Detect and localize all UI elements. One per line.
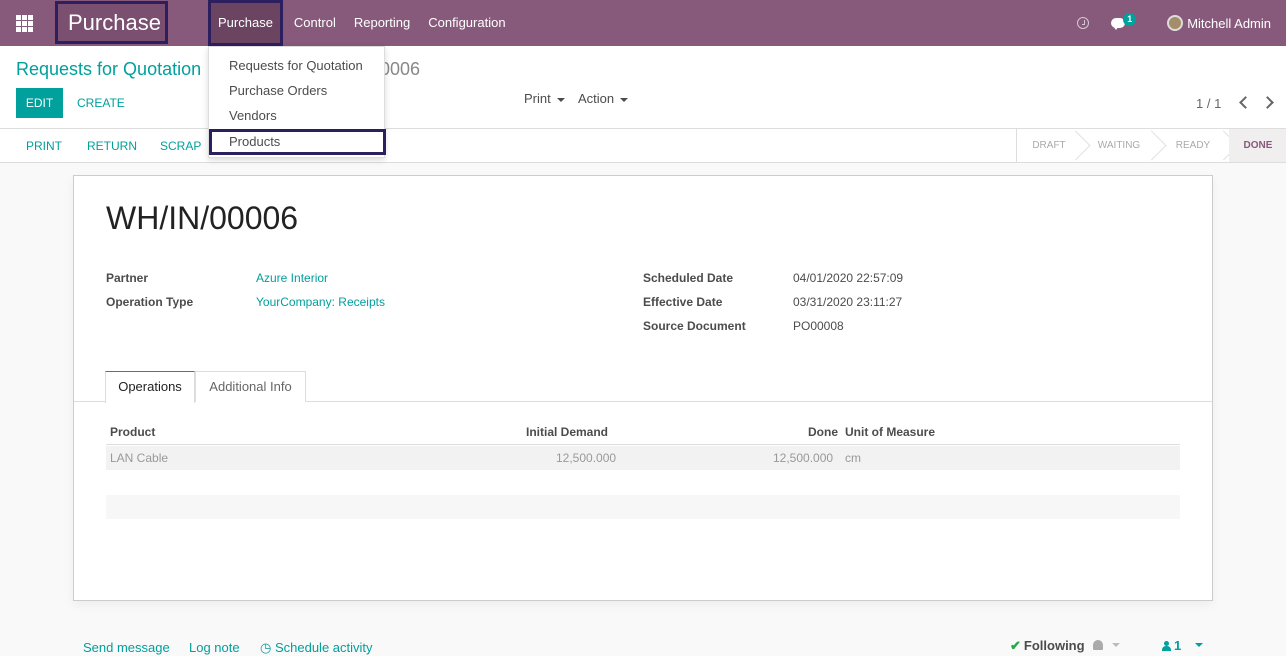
print-dropdown[interactable]: Print — [524, 91, 565, 106]
chat-count-badge: 1 — [1123, 13, 1137, 26]
breadcrumb-parent[interactable]: Requests for Quotation — [16, 59, 201, 80]
apps-menu-icon[interactable] — [16, 15, 33, 32]
partner-link[interactable]: Azure Interior — [256, 271, 328, 285]
main-menu: Purchase Control Reporting Configuration — [208, 0, 515, 46]
chevron-left-icon[interactable] — [1239, 96, 1252, 109]
table-header-divider — [106, 444, 1180, 445]
dropdown-item-vendors[interactable]: Vendors — [229, 108, 277, 123]
operation-type-link[interactable]: YourCompany: Receipts — [256, 295, 385, 309]
form-statusbar: PRINT RETURN SCRAP DRAFT WAITING READY D… — [0, 129, 1286, 163]
following-label: Following — [1023, 638, 1085, 653]
caret-down-icon[interactable] — [1195, 643, 1203, 647]
action-dropdown[interactable]: Action — [578, 91, 629, 106]
breadcrumb: Requests for Quotation — [16, 59, 201, 80]
column-header-done[interactable]: Done — [808, 425, 838, 439]
scheduled-date-label: Scheduled Date — [643, 271, 734, 285]
column-header-initial-demand[interactable]: Initial Demand — [526, 425, 608, 439]
stage-done[interactable]: DONE — [1229, 129, 1286, 162]
record-title: WH/IN/00006 — [106, 200, 299, 236]
tab-additional-info[interactable]: Additional Info — [195, 371, 306, 402]
table-row[interactable]: LAN Cable 12,500.000 12,500.000 cm — [106, 446, 1180, 470]
caret-down-icon[interactable] — [1112, 643, 1120, 647]
bell-icon[interactable] — [1093, 640, 1103, 650]
scheduled-date-value: 04/01/2020 22:57:09 — [793, 271, 904, 285]
column-header-product[interactable]: Product — [110, 425, 155, 439]
pager-value[interactable]: 1 / 1 — [1196, 96, 1221, 111]
user-menu[interactable]: Mitchell Admin — [1187, 16, 1271, 31]
activity-clock-icon[interactable] — [1077, 17, 1090, 29]
create-button[interactable]: CREATE — [77, 88, 125, 118]
tab-operations[interactable]: Operations — [105, 371, 195, 403]
stage-draft[interactable]: DRAFT — [1017, 129, 1081, 162]
dropdown-item-rfq[interactable]: Requests for Quotation — [229, 58, 363, 73]
control-panel: Requests for Quotation 00006 EDIT CREATE… — [0, 46, 1286, 129]
action-dropdown-label: Action — [578, 91, 615, 106]
caret-down-icon — [620, 97, 629, 102]
column-header-uom[interactable]: Unit of Measure — [845, 425, 935, 439]
following-button[interactable]: ✔ Following — [1010, 638, 1085, 654]
menu-configuration[interactable]: Configuration — [419, 0, 514, 46]
followers-count: 1 — [1174, 638, 1182, 653]
edit-button[interactable]: EDIT — [16, 88, 63, 118]
caret-down-icon — [556, 97, 565, 102]
cell-initial-demand: 12,500.000 — [556, 451, 617, 465]
followers-button[interactable]: 1 — [1162, 638, 1181, 653]
menu-purchase[interactable]: Purchase — [208, 0, 283, 46]
systray: 1 Mitchell Admin — [1077, 0, 1286, 46]
menu-reporting[interactable]: Reporting — [345, 0, 419, 46]
check-icon: ✔ — [1010, 638, 1021, 653]
cell-done: 12,500.000 — [773, 451, 834, 465]
return-button[interactable]: RETURN — [87, 129, 137, 163]
source-document-label: Source Document — [643, 319, 746, 333]
cell-uom: cm — [845, 451, 861, 465]
table-empty-row — [106, 495, 1180, 519]
purchase-dropdown-menu: Requests for Quotation Purchase Orders V… — [208, 46, 386, 158]
scrap-button[interactable]: SCRAP — [160, 129, 201, 163]
top-navbar: Purchase Purchase Control Reporting Conf… — [0, 0, 1286, 46]
user-avatar[interactable] — [1167, 15, 1184, 31]
notebook-tabs: Operations Additional Info — [74, 371, 1212, 403]
schedule-activity-button[interactable]: ◷ Schedule activity — [260, 640, 373, 656]
effective-date-value: 03/31/2020 23:11:27 — [793, 295, 903, 309]
form-sheet: WH/IN/00006 Partner Azure Interior Opera… — [73, 175, 1213, 601]
stage-ready[interactable]: READY — [1157, 129, 1229, 162]
chevron-right-icon[interactable] — [1261, 96, 1274, 109]
app-brand[interactable]: Purchase — [55, 1, 168, 44]
operation-type-label: Operation Type — [106, 295, 194, 309]
stage-pipeline: DRAFT WAITING READY DONE — [1016, 129, 1286, 162]
stage-waiting[interactable]: WAITING — [1081, 129, 1157, 162]
source-document-value: PO00008 — [793, 319, 844, 333]
partner-label: Partner — [106, 271, 149, 285]
cell-product: LAN Cable — [110, 451, 169, 465]
user-icon — [1162, 641, 1171, 651]
print-button[interactable]: PRINT — [26, 129, 62, 163]
print-dropdown-label: Print — [524, 91, 551, 106]
effective-date-label: Effective Date — [643, 295, 723, 309]
messaging-button[interactable]: 1 — [1111, 13, 1141, 33]
dropdown-item-products[interactable]: Products — [209, 129, 386, 155]
dropdown-item-purchase-orders[interactable]: Purchase Orders — [229, 83, 327, 98]
menu-control[interactable]: Control — [285, 0, 345, 46]
